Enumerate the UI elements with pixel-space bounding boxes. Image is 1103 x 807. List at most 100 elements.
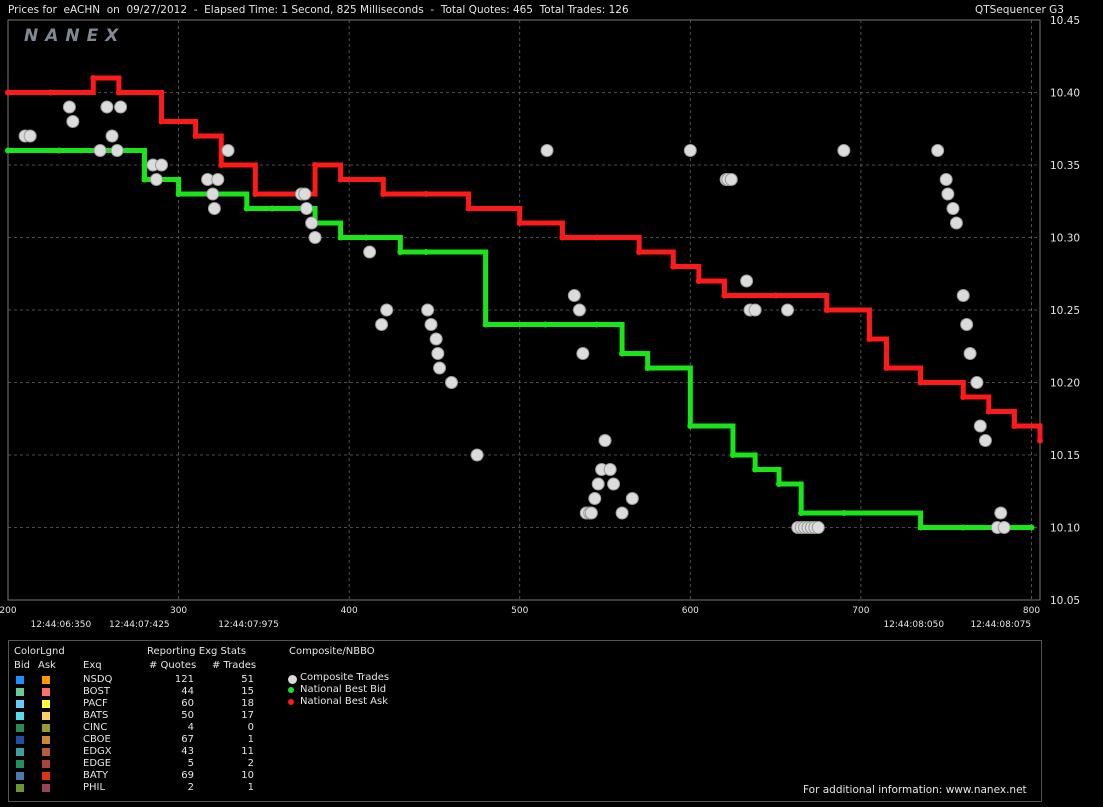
ask-color-swatch — [42, 688, 50, 696]
ask-color-swatch — [42, 724, 50, 732]
composite-legend-label: National Best Ask — [300, 696, 389, 707]
composite-trade-point — [572, 303, 586, 317]
time-label: 12:44:08:050 — [883, 620, 944, 630]
y-tick-label: 10.25 — [1050, 305, 1080, 317]
nbbo-point — [422, 249, 429, 255]
x-tick-label: 300 — [170, 606, 187, 616]
composite-trade-point — [724, 173, 738, 186]
bid-color-swatch — [16, 676, 24, 684]
composite-trade-point — [591, 477, 605, 491]
nbbo-point — [917, 379, 924, 386]
nbbo-point — [158, 118, 165, 125]
composite-trade-point — [380, 303, 394, 317]
exchange-name: NSDQ — [83, 674, 113, 685]
nbbo-point — [243, 205, 250, 212]
ask-color-swatch — [42, 760, 50, 768]
composite-trade-point — [939, 173, 953, 186]
legend-bid-header: Bid — [14, 660, 30, 671]
time-label: 12:44:06:350 — [31, 620, 92, 630]
bid-color-swatch — [16, 712, 24, 720]
nbbo-point — [619, 350, 626, 357]
exchange-quotes: 2 — [187, 782, 194, 793]
composite-trade-point — [114, 100, 128, 114]
time-label: 12:44:08:075 — [970, 620, 1031, 630]
nbbo-point — [90, 75, 97, 81]
composite-trade-point — [93, 144, 107, 157]
composite-trade-point — [625, 492, 639, 505]
nbbo-point — [960, 524, 967, 531]
ask-color-swatch — [42, 700, 50, 708]
exchange-name: BOST — [83, 686, 111, 697]
composite-trade-point — [576, 347, 590, 360]
composite-trade-point — [963, 347, 977, 360]
y-tick-label: 10.30 — [1050, 233, 1080, 245]
composite-legend-marker — [288, 699, 294, 705]
exchange-name: EDGX — [83, 746, 112, 757]
composite-legend-label: National Best Bid — [300, 684, 387, 695]
exchange-quotes: 44 — [181, 686, 194, 697]
bid-color-swatch — [16, 760, 24, 768]
composite-trade-point — [470, 448, 484, 462]
composite-trade-point — [375, 318, 389, 331]
bid-color-swatch — [16, 688, 24, 696]
nbbo-point — [192, 133, 199, 139]
composite-trade-point — [956, 289, 970, 302]
composite-trade-point — [431, 347, 445, 360]
composite-legend-marker — [288, 687, 294, 693]
nbbo-point — [516, 220, 523, 226]
composite-trade-point — [946, 202, 960, 215]
composite-trade-point — [363, 245, 377, 259]
nbbo-point — [1037, 437, 1043, 444]
composite-trade-point — [540, 144, 554, 157]
nbbo-point — [559, 234, 566, 241]
composite-trade-point — [23, 129, 37, 143]
nbbo-point — [687, 423, 694, 429]
exchange-quotes: 50 — [181, 710, 194, 721]
y-tick-label: 10.05 — [1050, 595, 1080, 607]
nbbo-point — [312, 162, 319, 168]
composite-trade-point — [308, 231, 322, 244]
nbbo-point — [1028, 524, 1035, 531]
composite-trade-point — [62, 100, 76, 114]
nbbo-point — [721, 292, 728, 299]
nbbo-point — [422, 191, 429, 197]
nbbo-point — [141, 176, 148, 183]
bid-color-swatch — [16, 772, 24, 780]
composite-trade-point — [997, 521, 1011, 534]
x-tick-label: 700 — [852, 606, 869, 616]
nbbo-point — [337, 234, 344, 241]
bid-color-swatch — [16, 700, 24, 708]
composite-trade-point — [603, 463, 617, 476]
nbbo-point — [465, 205, 472, 212]
composite-trade-point — [429, 332, 443, 346]
nbbo-point — [593, 234, 600, 241]
composite-trade-point — [740, 274, 754, 288]
bid-color-swatch — [16, 724, 24, 732]
nbbo-point — [823, 307, 830, 313]
composite-trade-point — [567, 289, 581, 302]
composite-trade-point — [837, 144, 851, 157]
nbbo-point — [269, 205, 276, 212]
nbbo-point — [252, 191, 259, 197]
composite-trade-point — [931, 144, 945, 157]
exchange-trades: 2 — [247, 758, 254, 769]
exchange-trades: 10 — [241, 770, 254, 781]
exchange-trades: 51 — [241, 674, 254, 685]
exchange-trades: 18 — [241, 698, 254, 709]
exchange-quotes: 67 — [181, 734, 194, 745]
nbbo-point — [752, 466, 759, 473]
composite-trade-point — [941, 187, 955, 201]
legend-trades-header: # Trades — [212, 660, 257, 671]
footer-info: For additional information: www.nanex.ne… — [803, 784, 1027, 796]
nbbo-point — [772, 292, 779, 299]
composite-trade-point — [598, 434, 612, 447]
composite-trade-point — [305, 216, 319, 230]
composite-trade-point — [207, 202, 221, 215]
y-tick-label: 10.20 — [1050, 378, 1080, 390]
composite-trade-point — [105, 129, 119, 143]
composite-trade-point — [811, 521, 825, 534]
composite-trade-point — [978, 434, 992, 447]
nbbo-point — [1011, 423, 1018, 429]
exchange-name: BATY — [83, 770, 109, 781]
nbbo-point — [866, 336, 873, 342]
